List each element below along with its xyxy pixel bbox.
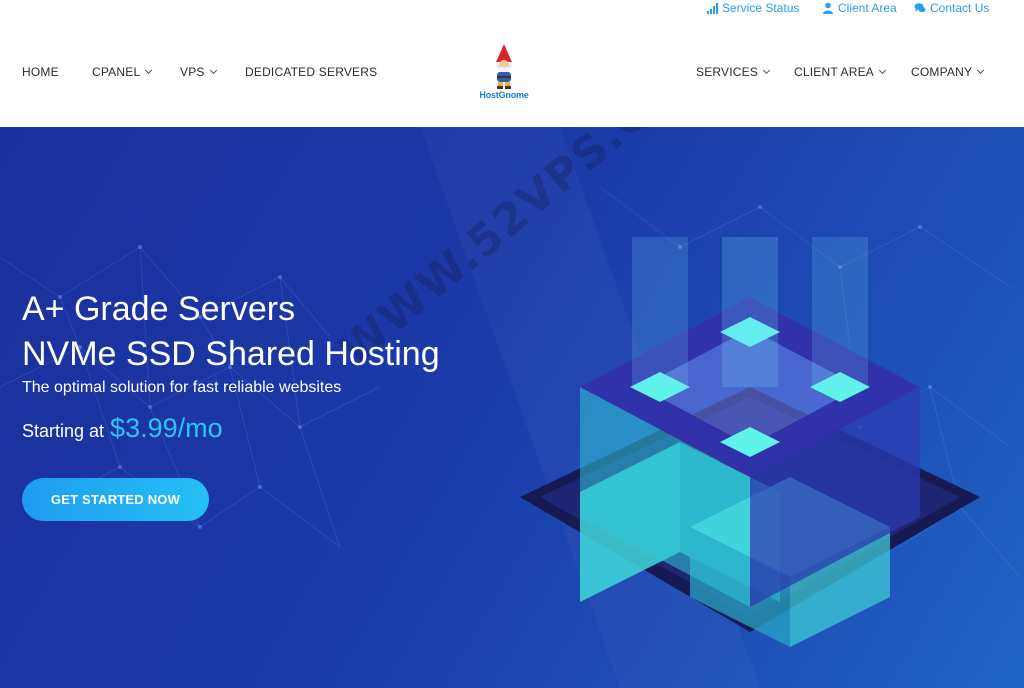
hero-banner: WWW.52VPS.COM A+ Grade Servers NVMe SSD … xyxy=(0,127,1024,688)
client-area-label: Client Area xyxy=(838,1,897,15)
site-logo[interactable]: HostGnome xyxy=(474,42,534,102)
nav-dedicated-servers-label: DEDICATED SERVERS xyxy=(245,65,378,79)
nav-home[interactable]: HOME xyxy=(22,65,59,79)
gnome-icon xyxy=(496,44,512,89)
hero-price-line: Starting at $3.99/mo xyxy=(22,413,223,444)
contact-us-label: Contact Us xyxy=(930,1,990,15)
nav-company-label: COMPANY xyxy=(911,65,973,79)
top-utility-bar: Service Status Client Area Contact Us xyxy=(0,0,1024,18)
price-prefix: Starting at xyxy=(22,421,105,441)
chat-bubbles-icon xyxy=(914,3,926,13)
chevron-down-icon xyxy=(209,66,217,75)
get-started-button[interactable]: GET STARTED NOW xyxy=(22,478,209,521)
service-status-label: Service Status xyxy=(722,1,800,15)
hero-title-line-2: NVMe SSD Shared Hosting xyxy=(22,335,440,373)
user-icon xyxy=(823,2,833,14)
nav-cpanel-label: CPANEL xyxy=(92,65,141,79)
hero-title-line-1: A+ Grade Servers xyxy=(22,290,296,328)
nav-dedicated-servers[interactable]: DEDICATED SERVERS xyxy=(245,65,377,79)
chevron-down-icon xyxy=(878,66,887,75)
contact-us-link[interactable]: Contact Us xyxy=(914,1,989,15)
chevron-down-icon xyxy=(763,66,771,75)
chevron-down-icon xyxy=(977,66,985,75)
hero-subtitle: The optimal solution for fast reliable w… xyxy=(22,379,342,396)
service-status-link[interactable]: Service Status xyxy=(706,1,799,15)
nav-company[interactable]: COMPANY xyxy=(911,65,985,79)
nav-services[interactable]: SERVICES xyxy=(696,65,771,79)
nav-services-label: SERVICES xyxy=(696,65,759,79)
signal-bars-icon xyxy=(707,3,718,14)
nav-client-area-label: CLIENT AREA xyxy=(794,65,875,79)
client-area-link[interactable]: Client Area xyxy=(822,1,897,15)
chevron-down-icon xyxy=(145,66,153,75)
nav-cpanel[interactable]: CPANEL xyxy=(92,65,153,79)
server-cube-illustration xyxy=(520,237,980,647)
price-value: $3.99/mo xyxy=(110,413,223,443)
nav-vps-label: VPS xyxy=(180,65,205,79)
nav-home-label: HOME xyxy=(22,65,59,79)
nav-client-area[interactable]: CLIENT AREA xyxy=(794,65,887,79)
logo-text: HostGnome xyxy=(479,90,529,100)
nav-vps[interactable]: VPS xyxy=(180,65,217,79)
main-navigation: HOME CPANEL VPS DEDICATED SERVERS HostGn… xyxy=(0,30,1024,126)
